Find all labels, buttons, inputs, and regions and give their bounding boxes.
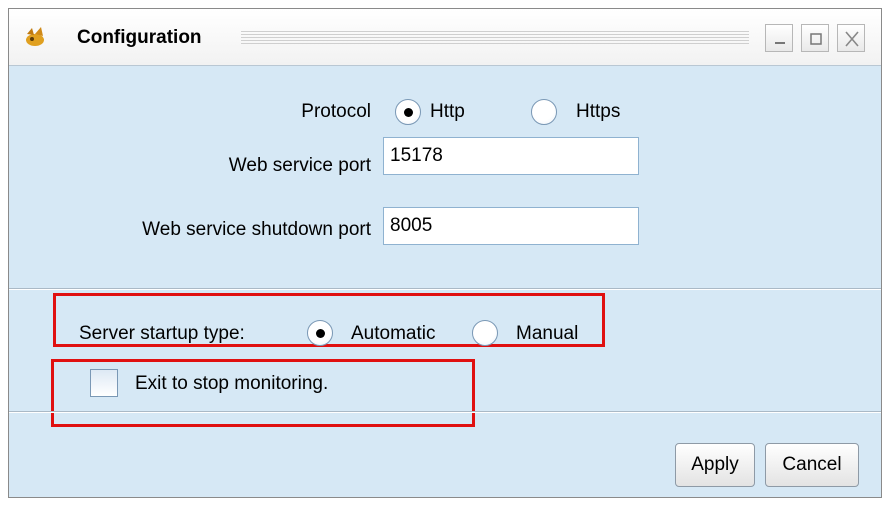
app-icon <box>26 27 44 46</box>
radio-automatic[interactable] <box>307 320 333 346</box>
title-grip <box>241 31 749 45</box>
maximize-icon <box>810 33 822 45</box>
web-service-port-field[interactable] <box>383 137 639 175</box>
radio-selected-dot <box>404 108 413 117</box>
radio-manual-label[interactable]: Manual <box>516 323 578 345</box>
startup-type-label: Server startup type: <box>79 323 245 344</box>
apply-button[interactable]: Apply <box>675 443 755 487</box>
radio-https[interactable] <box>531 99 557 125</box>
minimize-button[interactable] <box>765 24 793 52</box>
exit-checkbox-label[interactable]: Exit to stop monitoring. <box>135 373 328 395</box>
shutdown-port-field[interactable] <box>383 207 639 245</box>
configuration-window: Configuration Protocol Http Https Web se… <box>8 8 882 498</box>
radio-automatic-label[interactable]: Automatic <box>351 323 435 345</box>
radio-https-label[interactable]: Https <box>576 101 620 123</box>
minimize-icon <box>775 42 785 44</box>
web-service-port-label: Web service port <box>228 155 371 176</box>
close-button[interactable] <box>837 24 865 52</box>
maximize-button[interactable] <box>801 24 829 52</box>
cancel-button[interactable]: Cancel <box>765 443 859 487</box>
radio-http-label[interactable]: Http <box>430 101 465 123</box>
shutdown-port-label: Web service shutdown port <box>142 219 371 240</box>
radio-http[interactable] <box>395 99 421 125</box>
protocol-label: Protocol <box>301 101 371 122</box>
exit-checkbox[interactable] <box>90 369 118 397</box>
window-title: Configuration <box>77 27 202 48</box>
close-icon <box>845 31 859 47</box>
title-bar[interactable]: Configuration <box>9 9 881 66</box>
button-bar-separator-highlight <box>9 412 881 413</box>
radio-manual[interactable] <box>472 320 498 346</box>
radio-selected-dot <box>316 329 325 338</box>
separator-highlight <box>9 289 881 290</box>
